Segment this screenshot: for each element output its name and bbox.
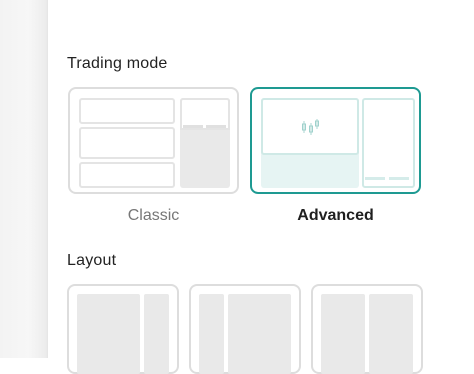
advanced-mode-label[interactable]: Advanced [250,207,421,225]
left-shadow-divider [0,0,48,358]
layout-option-2[interactable] [189,284,301,374]
candlestick-chart-icon [302,119,319,135]
settings-panel: Trading mode Classic Advanced Layout [48,0,474,374]
trading-mode-title: Trading mode [67,55,168,72]
advanced-mode-card[interactable] [250,87,421,194]
layout-title: Layout [67,252,117,269]
classic-mode-card[interactable] [68,87,239,194]
layout-option-1[interactable] [67,284,179,374]
layout-option-3[interactable] [311,284,423,374]
classic-mode-label[interactable]: Classic [68,207,239,225]
